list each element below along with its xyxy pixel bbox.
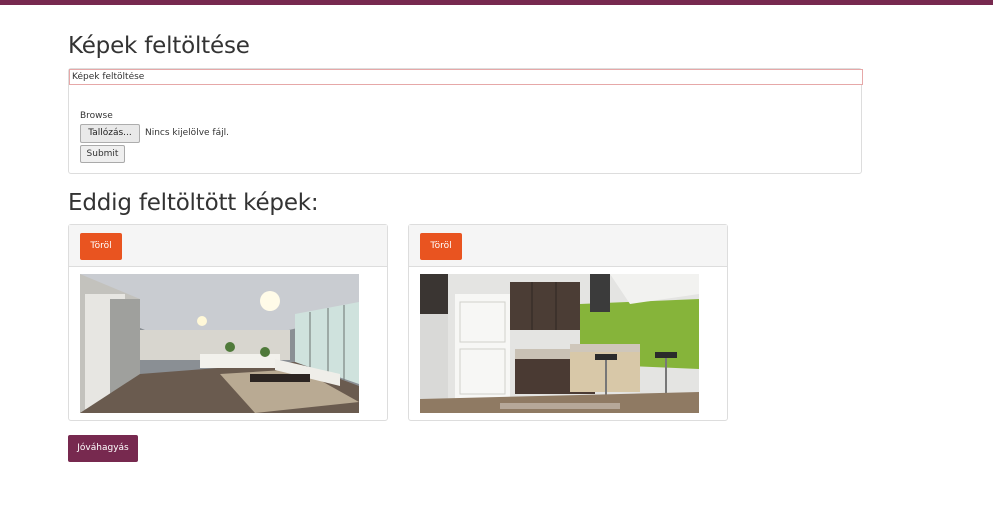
kitchen-photo	[420, 274, 699, 413]
upload-panel	[68, 68, 863, 174]
approve-button[interactable]: Jóváhagyás	[68, 435, 138, 462]
top-accent-bar	[0, 0, 993, 5]
card-header: Töröl	[409, 225, 727, 267]
file-browse-button[interactable]: Tallózás...	[80, 124, 140, 143]
delete-button[interactable]: Töröl	[420, 233, 462, 260]
uploaded-image-card: Töröl	[408, 224, 728, 421]
file-status-text: Nincs kijelölve fájl.	[145, 128, 229, 138]
living-room-photo	[80, 274, 359, 413]
upload-heading: Képek feltöltése	[68, 33, 250, 59]
card-header: Töröl	[69, 225, 387, 267]
submit-button[interactable]: Submit	[80, 145, 125, 163]
delete-button[interactable]: Töröl	[80, 233, 122, 260]
image-title-input[interactable]	[69, 69, 863, 85]
uploaded-image-card: Töröl	[68, 224, 388, 421]
browse-label: Browse	[80, 111, 113, 121]
uploaded-images-heading: Eddig feltöltött képek:	[68, 190, 319, 216]
